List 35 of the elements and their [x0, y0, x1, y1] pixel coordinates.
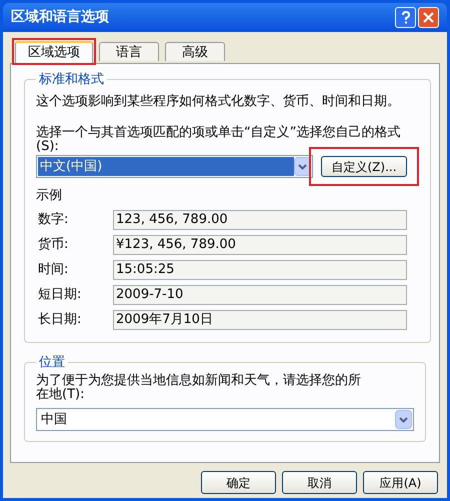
format-value: 中文(中国): [38, 157, 294, 176]
sample-label: 货币:: [38, 236, 70, 254]
samples-label: 示例: [36, 187, 63, 205]
sample-value-field: 2009-7-10: [113, 284, 407, 304]
dialog-button[interactable]: 确定: [201, 471, 276, 494]
dialog-button[interactable]: 取消: [282, 471, 357, 494]
sample-label: 时间:: [38, 260, 70, 279]
close-button[interactable]: [418, 7, 439, 28]
tab[interactable]: 区域选项: [15, 41, 93, 63]
location-value: 中国: [40, 410, 68, 429]
sample-value-field: 123, 456, 789.00: [113, 210, 407, 230]
location-label: 为了便于为您提供当地信息如新闻和天气，请选择您的所在地(T):: [36, 374, 362, 402]
group-title: 标准和格式: [38, 71, 105, 89]
help-button[interactable]: [395, 7, 416, 28]
tab[interactable]: 语言: [99, 42, 159, 61]
dialog-button[interactable]: 应用(A): [363, 471, 438, 494]
window-title: 区域和语言选项: [11, 8, 109, 27]
chevron-down-icon: [399, 416, 408, 422]
sample-label: 数字:: [38, 210, 70, 229]
customize-button[interactable]: 自定义(Z)...: [321, 156, 407, 177]
sample-value-field: 15:05:25: [113, 260, 407, 280]
dropdown-button[interactable]: [395, 410, 412, 429]
help-icon: [400, 11, 410, 24]
sample-label: 短日期:: [38, 286, 82, 304]
close-icon: [423, 12, 434, 23]
tab[interactable]: 高级: [165, 42, 225, 61]
sample-label: 长日期:: [38, 310, 82, 329]
format-dropdown[interactable]: 中文(中国): [36, 155, 313, 178]
format-label: 选择一个与其首选项匹配的项或单击“自定义”选择您自己的格式(S):: [36, 126, 402, 154]
group-title: 位置: [38, 354, 66, 372]
sample-value-field: ¥123, 456, 789.00: [113, 234, 407, 254]
sample-value-field: 2009年7月10日: [113, 310, 407, 330]
description-text: 这个选项影响到某些程序如何格式化数字、货币、时间和日期。: [36, 92, 401, 110]
location-dropdown[interactable]: 中国: [36, 408, 414, 431]
chevron-down-icon: [298, 164, 307, 170]
